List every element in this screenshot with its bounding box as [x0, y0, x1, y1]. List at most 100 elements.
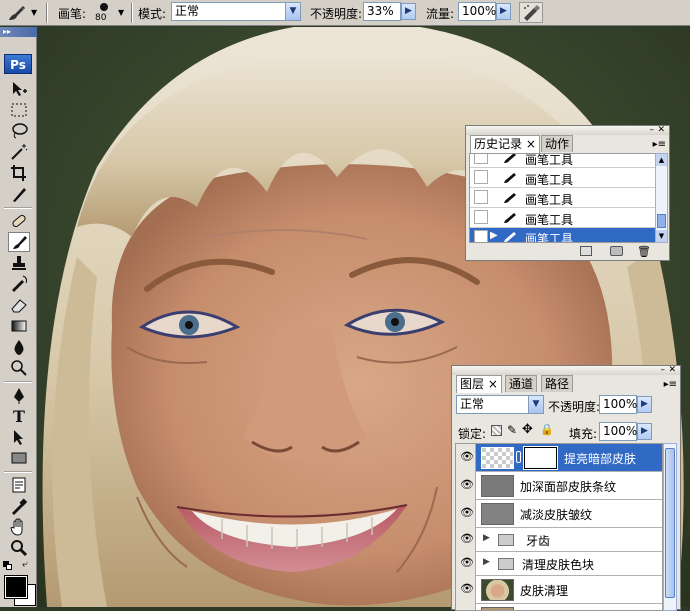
layer-mask-thumbnail[interactable] — [523, 446, 558, 470]
snapshot-source-checkbox[interactable] — [474, 154, 488, 164]
opacity-input[interactable]: 33% — [363, 2, 401, 21]
chevron-down-icon[interactable]: ▼ — [528, 396, 543, 413]
flow-input[interactable]: 100% — [458, 2, 496, 21]
close-icon[interactable]: ✕ — [657, 125, 665, 135]
layer-row[interactable]: 👁 减淡皮肤皱纹 — [456, 500, 662, 528]
tab-paths[interactable]: 路径 — [541, 375, 574, 392]
ps-logo[interactable]: Ps — [4, 54, 32, 74]
snapshot-source-checkbox[interactable] — [474, 230, 488, 242]
default-colors-icon[interactable] — [3, 561, 13, 571]
history-brush-tool-icon[interactable] — [8, 274, 30, 294]
layer-row-selected[interactable]: 👁 提亮暗部皮肤 — [456, 444, 662, 472]
history-item-selected[interactable]: ▶ 画笔工具 — [470, 228, 655, 242]
marquee-tool-icon[interactable] — [8, 100, 30, 120]
scroll-thumb[interactable] — [657, 214, 666, 228]
expand-triangle-icon[interactable]: ▶ — [483, 557, 490, 567]
snapshot-source-checkbox[interactable] — [474, 190, 488, 204]
layer-thumbnail[interactable] — [481, 579, 514, 601]
scroll-up-icon[interactable]: ▲ — [656, 154, 667, 166]
blend-mode-select[interactable]: 正常 ▼ — [456, 395, 544, 414]
layer-visibility-toggle[interactable]: 👁 — [456, 528, 476, 552]
fill-input[interactable]: 100% — [599, 422, 637, 441]
brush-tool-icon[interactable] — [8, 232, 30, 252]
layer-row[interactable]: 👁 皮肤清理 — [456, 576, 662, 604]
tab-history[interactable]: 历史记录 × — [470, 135, 540, 153]
dodge-tool-icon[interactable] — [8, 358, 30, 378]
blur-tool-icon[interactable] — [8, 337, 30, 357]
magic-wand-tool-icon[interactable] — [8, 142, 30, 162]
history-panel-titlebar[interactable] — [466, 126, 669, 135]
healing-brush-tool-icon[interactable] — [8, 211, 30, 231]
layer-thumbnail[interactable] — [481, 447, 514, 469]
rectangle-tool-icon[interactable] — [8, 448, 30, 468]
snapshot-source-checkbox[interactable] — [474, 210, 488, 224]
layer-row-partial[interactable] — [456, 604, 662, 610]
swap-colors-icon[interactable]: ⤶ — [22, 559, 28, 570]
eyedropper-tool-icon[interactable] — [8, 496, 30, 516]
layers-scrollbar[interactable] — [663, 443, 677, 611]
history-item[interactable]: 画笔工具 — [470, 208, 655, 228]
lock-transparency-icon[interactable] — [491, 425, 502, 436]
lock-pixels-icon[interactable]: ✎ — [507, 423, 517, 437]
layer-visibility-toggle[interactable]: 👁 — [456, 552, 476, 576]
history-scrollbar[interactable]: ▲ ▼ — [655, 153, 668, 243]
layer-visibility-toggle[interactable]: 👁 — [456, 500, 476, 528]
history-item[interactable]: 画笔工具 — [470, 154, 655, 168]
panel-menu-icon[interactable]: ▸≡ — [653, 139, 666, 150]
layer-group-row[interactable]: 👁 ▶ 牙齿 — [456, 528, 662, 552]
zoom-tool-icon[interactable] — [8, 538, 30, 558]
history-state-slider-icon[interactable]: ▶ — [490, 230, 498, 241]
move-tool-icon[interactable] — [8, 79, 30, 99]
new-snapshot-icon[interactable] — [610, 246, 623, 256]
chevron-down-icon[interactable]: ▼ — [285, 3, 300, 20]
fill-slider-button[interactable]: ▶ — [637, 423, 652, 440]
layer-thumbnail[interactable] — [481, 503, 514, 525]
brush-picker-arrow-icon[interactable]: ▼ — [118, 8, 124, 17]
scroll-down-icon[interactable]: ▼ — [656, 230, 667, 242]
mode-select[interactable]: 正常 ▼ — [171, 2, 301, 21]
notes-tool-icon[interactable] — [8, 475, 30, 495]
close-icon[interactable]: ✕ — [668, 365, 676, 375]
history-item[interactable]: 画笔工具 — [470, 168, 655, 188]
path-selection-tool-icon[interactable] — [8, 427, 30, 447]
layer-row[interactable]: 👁 加深面部皮肤条纹 — [456, 472, 662, 500]
tab-layers[interactable]: 图层 × — [456, 375, 502, 393]
scroll-thumb[interactable] — [665, 448, 675, 598]
minimize-icon[interactable]: – — [650, 125, 655, 135]
slice-tool-icon[interactable] — [8, 184, 30, 204]
layer-visibility-toggle[interactable]: 👁 — [456, 472, 476, 500]
expand-triangle-icon[interactable]: ▶ — [483, 533, 490, 543]
layer-visibility-toggle[interactable]: 👁 — [456, 444, 476, 472]
layer-thumbnail[interactable] — [481, 475, 514, 497]
pen-tool-icon[interactable] — [8, 385, 30, 405]
hand-tool-icon[interactable] — [8, 517, 30, 537]
type-tool-icon[interactable]: T — [8, 406, 30, 426]
chain-link-icon[interactable] — [516, 451, 521, 463]
new-document-from-state-icon[interactable] — [580, 246, 592, 256]
clone-stamp-tool-icon[interactable] — [8, 253, 30, 273]
trash-icon[interactable]: 🗑 — [637, 245, 651, 258]
minimize-icon[interactable]: – — [661, 365, 666, 375]
tab-actions[interactable]: 动作 — [541, 135, 574, 152]
layer-opacity-slider-button[interactable]: ▶ — [637, 396, 652, 413]
lasso-tool-icon[interactable] — [8, 121, 30, 141]
opacity-slider-button[interactable]: ▶ — [401, 3, 416, 20]
layer-visibility-toggle[interactable]: 👁 — [456, 576, 476, 604]
eraser-tool-icon[interactable] — [8, 295, 30, 315]
panel-menu-icon[interactable]: ▸≡ — [664, 379, 677, 390]
layer-opacity-input[interactable]: 100% — [599, 395, 637, 414]
history-item[interactable]: 画笔工具 — [470, 188, 655, 208]
snapshot-source-checkbox[interactable] — [474, 170, 488, 184]
preset-dropdown-arrow-icon[interactable]: ▼ — [31, 8, 37, 17]
lock-all-icon[interactable]: 🔒 — [540, 423, 554, 436]
brush-tool-preset-icon[interactable] — [5, 3, 29, 23]
brush-picker[interactable]: 80 — [92, 1, 116, 25]
layer-group-row[interactable]: 👁 ▶ 清理皮肤色块 — [456, 552, 662, 576]
gradient-tool-icon[interactable] — [8, 316, 30, 336]
flow-slider-button[interactable]: ▶ — [496, 3, 511, 20]
layers-panel-titlebar[interactable] — [452, 366, 680, 375]
foreground-color-swatch[interactable] — [4, 575, 28, 599]
tab-channels[interactable]: 通道 — [505, 375, 538, 392]
toolbox-grip[interactable]: ▸▸ — [0, 27, 37, 37]
airbrush-icon[interactable] — [519, 2, 543, 23]
